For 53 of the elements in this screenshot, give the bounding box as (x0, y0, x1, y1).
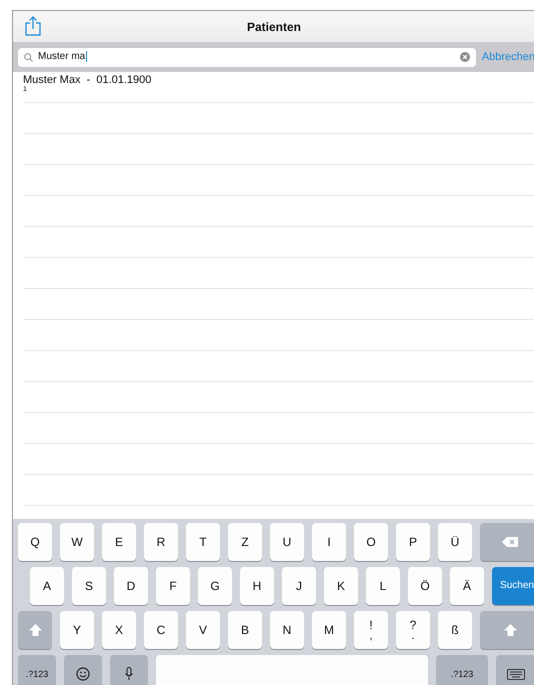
emoji-key[interactable] (64, 655, 102, 685)
clear-icon[interactable] (460, 52, 470, 62)
letter-key[interactable]: ? . (396, 611, 430, 649)
search-key[interactable]: Suchen (492, 567, 534, 605)
letter-key[interactable]: I (312, 523, 346, 561)
letter-key[interactable]: M (312, 611, 346, 649)
letter-key[interactable]: K (324, 567, 358, 605)
letter-key[interactable]: R (144, 523, 178, 561)
letter-key[interactable]: Z (228, 523, 262, 561)
letter-key[interactable]: ! , (354, 611, 388, 649)
microphone-icon (125, 667, 133, 681)
backspace-key[interactable] (480, 523, 534, 561)
dictation-key[interactable] (110, 655, 148, 685)
shift-icon (504, 624, 516, 636)
search-field[interactable]: Muster ma (18, 48, 476, 66)
letter-key[interactable]: F (156, 567, 190, 605)
letter-key[interactable]: S (72, 567, 106, 605)
letter-key[interactable]: B (228, 611, 262, 649)
shift-key[interactable] (480, 611, 534, 649)
letter-key[interactable]: ß (438, 611, 472, 649)
letter-key[interactable]: J (282, 567, 316, 605)
letter-key[interactable]: C (144, 611, 178, 649)
letter-key[interactable]: L (366, 567, 400, 605)
letter-key[interactable]: U (270, 523, 304, 561)
letter-key[interactable]: P (396, 523, 430, 561)
keyboard-icon (507, 668, 525, 680)
search-icon (24, 52, 33, 62)
shift-icon (28, 624, 42, 636)
letter-key[interactable]: V (186, 611, 220, 649)
numbers-key[interactable]: .?123 (18, 655, 56, 685)
shift-key[interactable] (18, 611, 52, 649)
hide-keyboard-key[interactable] (496, 655, 534, 685)
letter-key[interactable]: O (354, 523, 388, 561)
letter-key[interactable]: E (102, 523, 136, 561)
letter-key[interactable]: Ü (438, 523, 472, 561)
letter-key[interactable]: Y (60, 611, 94, 649)
letter-key[interactable]: Q (18, 523, 52, 561)
letter-key[interactable]: Ö (408, 567, 442, 605)
smiley-icon (76, 667, 90, 681)
letter-key[interactable]: W (60, 523, 94, 561)
numbers-key[interactable]: .?123 (436, 655, 488, 685)
letter-key[interactable]: A (30, 567, 64, 605)
letter-key[interactable]: Ä (450, 567, 484, 605)
letter-key[interactable]: X (102, 611, 136, 649)
patient-name: Muster Max - 01.01.1900 (23, 74, 152, 86)
letter-key[interactable]: N (270, 611, 304, 649)
letter-key[interactable]: H (240, 567, 274, 605)
share-button[interactable] (23, 16, 43, 38)
backspace-icon (502, 537, 518, 547)
screen-title: Patienten (246, 20, 301, 34)
letter-key[interactable]: T (186, 523, 220, 561)
letter-key[interactable]: D (114, 567, 148, 605)
letter-key[interactable]: G (198, 567, 232, 605)
